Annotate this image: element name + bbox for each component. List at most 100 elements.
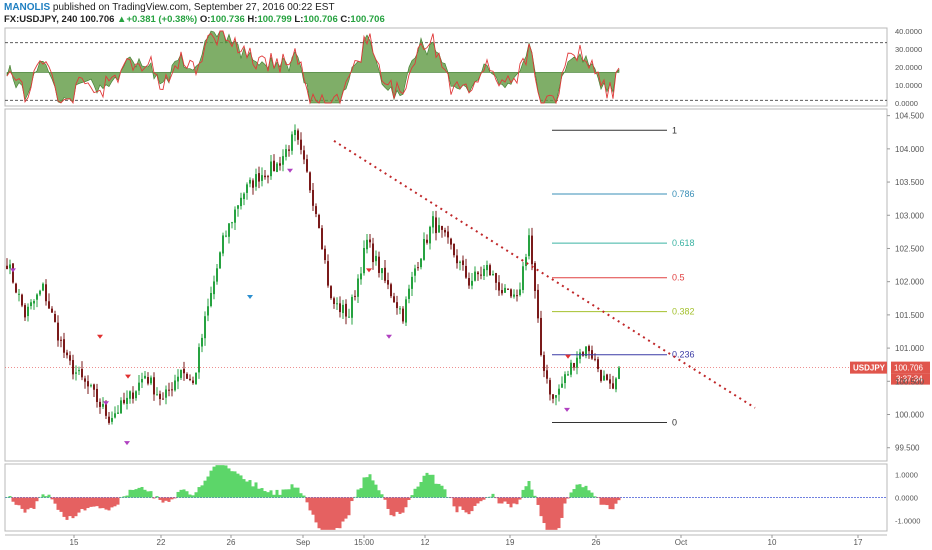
candle-body	[36, 294, 38, 300]
histogram-bar	[374, 484, 378, 498]
time-tick-label: 26	[592, 538, 601, 547]
histogram-bar	[533, 495, 537, 498]
histogram-bar	[563, 497, 567, 504]
histogram-bar	[101, 497, 105, 509]
candle-body	[576, 357, 578, 368]
candle-body	[90, 385, 92, 387]
candle-body	[156, 394, 158, 396]
histogram-bar	[206, 476, 210, 498]
histogram-bar	[311, 497, 315, 515]
histogram-bar	[128, 489, 132, 498]
histogram-bar	[455, 497, 459, 513]
candle-body	[324, 248, 326, 261]
histogram-bar	[587, 490, 591, 498]
candle-body	[495, 273, 497, 283]
histogram-bar	[23, 497, 27, 513]
time-tick-label: Sep	[296, 538, 311, 547]
histogram-bar	[380, 494, 384, 498]
candle-body	[369, 239, 371, 243]
histogram-bar	[272, 494, 276, 498]
candle-body	[561, 383, 563, 388]
histogram-bar	[566, 497, 570, 499]
histogram-bar	[281, 489, 285, 498]
time-tick-label: 12	[421, 538, 430, 547]
histogram-bar	[224, 465, 228, 498]
histogram-bar	[296, 487, 300, 498]
author-name[interactable]: MANOLIS	[4, 2, 50, 13]
time-tick-label: 15	[70, 538, 79, 547]
candle-body	[12, 263, 14, 283]
fib-label-0.786: 0.786	[672, 189, 695, 199]
candle-body	[231, 222, 233, 224]
histogram-bar	[182, 489, 186, 498]
histogram-bar	[323, 497, 327, 530]
candle-body	[450, 238, 452, 245]
histogram-bar	[119, 496, 123, 498]
candle-body	[207, 306, 209, 316]
candle-body	[339, 303, 341, 313]
histogram-bar	[290, 484, 294, 498]
candle-body	[66, 352, 68, 356]
histogram-bar	[572, 489, 576, 498]
histogram-bar	[137, 487, 141, 498]
candle-body	[240, 197, 242, 207]
price-tick-label: 99.500	[895, 444, 920, 453]
candle-body	[21, 294, 23, 306]
histogram-bar	[575, 484, 579, 498]
candle-body	[309, 172, 311, 191]
price-tick-label: 103.500	[895, 178, 924, 187]
histogram-bar	[362, 477, 366, 498]
histogram-bar	[464, 497, 468, 513]
histogram-bar	[179, 489, 183, 498]
histogram-bar	[497, 497, 501, 504]
histogram-bar	[257, 488, 261, 498]
candle-body	[549, 380, 551, 395]
histogram-bar	[317, 497, 321, 529]
candle-body	[618, 367, 620, 379]
histogram-bar	[602, 497, 606, 505]
histogram-bar	[599, 497, 603, 505]
candle-body	[30, 302, 32, 307]
histogram-bar	[227, 468, 231, 498]
histogram-bar	[407, 497, 411, 500]
histogram-bar	[503, 497, 507, 502]
time-tick-label: 17	[854, 538, 863, 547]
price-tick-label: 100.500	[895, 377, 924, 386]
price-pane[interactable]: 10.7860.6180.50.3820.2360USDJPY 100.7063:…	[5, 124, 930, 446]
histogram-bar	[131, 489, 135, 498]
candle-body	[180, 369, 182, 378]
histogram-bar	[110, 497, 114, 508]
candle-body	[504, 287, 506, 293]
histogram-bar	[545, 497, 549, 530]
candle-body	[405, 299, 407, 323]
histogram-bar	[482, 497, 486, 500]
histogram-bar	[14, 497, 18, 505]
candle-body	[312, 189, 314, 206]
candle-body	[528, 235, 530, 257]
candle-body	[426, 239, 428, 243]
candle-body	[219, 252, 221, 269]
candle-body	[432, 216, 434, 228]
candle-body	[603, 375, 605, 381]
histogram-bar	[467, 497, 471, 515]
time-tick-label: Oct	[675, 538, 688, 547]
candle-body	[120, 400, 122, 414]
histogram-bar	[176, 491, 180, 498]
candle-body	[150, 377, 152, 384]
chart-canvas[interactable]: 10.7860.6180.50.3820.2360USDJPY 100.7063:…	[0, 26, 932, 550]
candle-body	[360, 273, 362, 280]
histogram-bar	[194, 492, 198, 498]
candle-body	[321, 228, 323, 250]
histogram-bar	[440, 485, 444, 498]
candle-body	[327, 261, 329, 286]
histogram-bar	[551, 497, 555, 530]
candle-body	[306, 159, 308, 172]
candle-body	[39, 290, 41, 295]
histogram-bar	[347, 497, 351, 516]
histogram-bar	[251, 486, 255, 498]
symbol-interval[interactable]: FX:USDJPY, 240	[4, 14, 77, 25]
histogram-bar	[242, 479, 246, 498]
histogram-bar	[254, 482, 258, 498]
histogram-bar	[353, 496, 357, 498]
candle-body	[123, 399, 125, 404]
